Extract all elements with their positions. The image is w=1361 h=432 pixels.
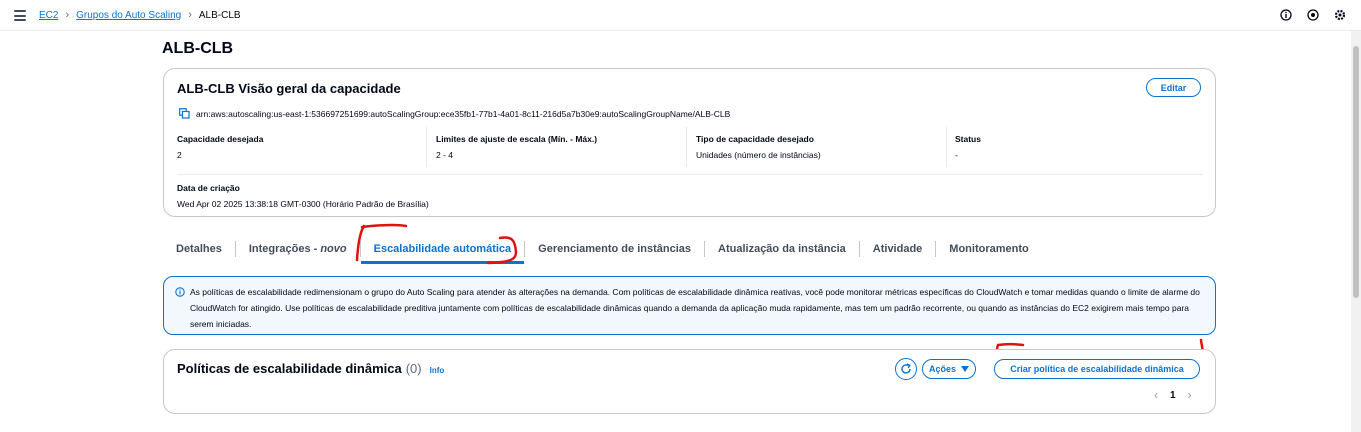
scrollbar-thumb[interactable]	[1353, 46, 1359, 298]
edit-button[interactable]: Editar	[1146, 78, 1201, 97]
actions-dropdown[interactable]: Ações	[922, 359, 976, 379]
info-icon	[175, 287, 185, 297]
arn-row: arn:aws:autoscaling:us-east-1:5366972516…	[179, 108, 730, 119]
tab-label: Detalhes	[176, 243, 222, 255]
info-link[interactable]: Info	[430, 366, 445, 375]
policies-header: Políticas de escalabilidade dinâmica (0)…	[177, 361, 444, 376]
copy-icon[interactable]	[179, 108, 190, 119]
field-label: Tipo de capacidade desejado	[696, 134, 814, 144]
capacity-overview-card: ALB-CLB Visão geral da capacidade Editar…	[163, 68, 1216, 217]
field-label: Status	[955, 134, 981, 144]
notifications-icon[interactable]	[1306, 8, 1320, 22]
info-icon[interactable]	[1279, 8, 1293, 22]
chevron-left-icon[interactable]: ‹	[1154, 388, 1158, 402]
field-value: -	[955, 150, 958, 160]
tab-details[interactable]: Detalhes	[163, 238, 235, 260]
desired-capacity-field: Capacidade desejada 2	[177, 134, 263, 160]
field-label: Data de criação	[177, 183, 240, 193]
top-navigation-bar: EC2 › Grupos do Auto Scaling › ALB-CLB	[0, 0, 1361, 31]
field-value: Unidades (número de instâncias)	[696, 150, 821, 160]
breadcrumb: EC2 › Grupos do Auto Scaling › ALB-CLB	[39, 9, 241, 21]
tab-instance-management[interactable]: Gerenciamento de instâncias	[525, 238, 704, 260]
tab-list: Detalhes Integrações - novo Escalabilidad…	[163, 236, 1042, 264]
tab-label: Atualização da instância	[718, 243, 846, 255]
creation-date-field: Data de criação Wed Apr 02 2025 13:38:18…	[177, 183, 429, 209]
breadcrumb-ec2[interactable]: EC2	[39, 10, 58, 21]
policies-count: (0)	[405, 361, 422, 376]
status-field: Status -	[955, 134, 981, 160]
chevron-right-icon: ›	[188, 9, 192, 21]
field-value: 2 - 4	[436, 150, 454, 160]
divider	[177, 174, 1203, 175]
tab-monitoring[interactable]: Monitoramento	[936, 238, 1041, 260]
dynamic-scaling-policies-card: Políticas de escalabilidade dinâmica (0)…	[163, 349, 1216, 414]
chevron-right-icon: ›	[65, 9, 70, 21]
tab-label: Monitoramento	[949, 243, 1029, 255]
capacity-overview-title: ALB-CLB Visão geral da capacidade	[177, 81, 401, 96]
top-icons	[1279, 8, 1347, 22]
tab-instance-refresh[interactable]: Atualização da instância	[705, 238, 859, 260]
tab-integrations[interactable]: Integrações - novo	[236, 238, 360, 260]
menu-icon[interactable]	[14, 10, 26, 21]
field-value: 2	[177, 150, 182, 160]
scaling-limits-field: Limites de ajuste de escala (Mín. - Máx.…	[436, 134, 597, 160]
tab-label: Atividade	[872, 243, 923, 255]
divider	[946, 127, 947, 167]
new-badge: - novo	[313, 243, 347, 255]
breadcrumb-auto-scaling-groups[interactable]: Grupos do Auto Scaling	[76, 10, 181, 21]
tab-label: Gerenciamento de instâncias	[538, 243, 692, 255]
field-value: Wed Apr 02 2025 13:38:18 GMT-0300 (Horár…	[177, 199, 429, 209]
caret-down-icon	[961, 366, 969, 372]
refresh-icon	[901, 363, 911, 374]
divider	[686, 127, 687, 167]
tab-activity[interactable]: Atividade	[860, 238, 936, 260]
pagination: ‹ 1 ›	[1154, 388, 1192, 402]
create-dynamic-scaling-policy-button[interactable]: Criar política de escalabilidade dinâmic…	[994, 359, 1200, 379]
field-label: Capacidade desejada	[177, 134, 264, 144]
chevron-right-icon[interactable]: ›	[1188, 388, 1192, 402]
policies-title: Políticas de escalabilidade dinâmica	[177, 361, 402, 376]
settings-icon[interactable]	[1333, 8, 1347, 22]
info-alert: As políticas de escalabilidade redimensi…	[163, 276, 1216, 335]
capacity-type-field: Tipo de capacidade desejado Unidades (nú…	[696, 134, 821, 160]
tab-label: Integrações	[248, 243, 311, 255]
info-alert-text: As políticas de escalabilidade redimensi…	[190, 287, 1200, 329]
annotation-tab-highlight	[355, 223, 518, 265]
page-number[interactable]: 1	[1170, 390, 1176, 401]
arn-value: arn:aws:autoscaling:us-east-1:5366972516…	[196, 108, 731, 119]
page-title: ALB-CLB	[162, 40, 234, 57]
refresh-button[interactable]	[895, 358, 917, 380]
breadcrumb-current: ALB-CLB	[198, 9, 241, 21]
field-label: Limites de ajuste de escala (Mín. - Máx.…	[436, 134, 598, 144]
actions-label: Ações	[928, 364, 956, 374]
divider	[426, 127, 427, 167]
